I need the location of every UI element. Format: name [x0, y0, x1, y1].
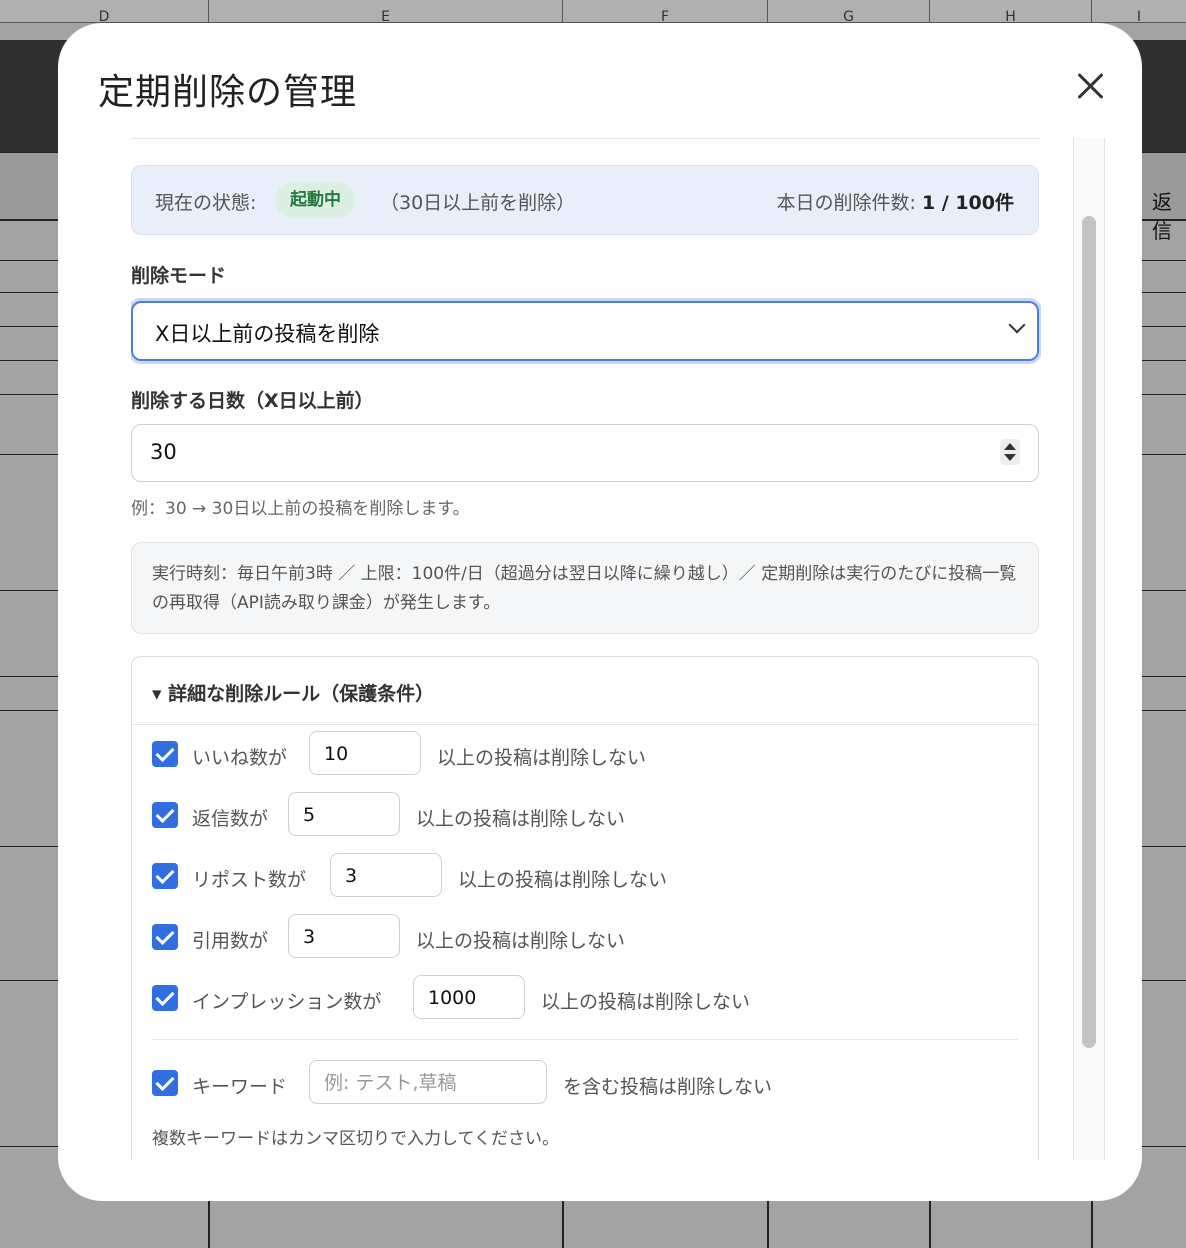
rule-suffix: 以上の投稿は削除しない	[416, 808, 626, 830]
quotes-checkbox[interactable]	[152, 924, 178, 950]
chevron-down-icon	[1008, 316, 1026, 334]
modal-title: 定期削除の管理	[98, 72, 358, 113]
days-input[interactable]: 30	[131, 424, 1039, 482]
reposts-checkbox[interactable]	[152, 863, 178, 889]
delete-count-value: 1 / 100件	[921, 192, 1014, 214]
rule-suffix: 以上の投稿は削除しない	[458, 869, 668, 891]
reposts-input[interactable]: 3	[330, 853, 442, 897]
mode-select[interactable]: X日以上前の投稿を削除	[131, 301, 1039, 361]
close-icon[interactable]	[1074, 69, 1108, 103]
column-header-d[interactable]: D	[0, 0, 209, 23]
status-panel: 現在の状態: 起動中 （30日以上前を削除） 本日の削除件数: 1 / 100件	[131, 165, 1039, 235]
keyword-checkbox[interactable]	[152, 1070, 178, 1096]
rule-suffix: 以上の投稿は削除しない	[416, 930, 626, 952]
info-box: 実行時刻：毎日午前3時 ／ 上限：100件/日（超過分は翌日以降に繰り越し）／ …	[131, 542, 1039, 634]
number-stepper-icon[interactable]	[1000, 439, 1020, 465]
divider	[132, 724, 1038, 725]
rule-label: リポスト数が	[192, 869, 307, 891]
rule-suffix: を含む投稿は削除しない	[563, 1076, 773, 1098]
mode-select-value: X日以上前の投稿を削除	[155, 322, 380, 346]
replies-checkbox[interactable]	[152, 802, 178, 828]
delete-count-label: 本日の削除件数:	[776, 192, 916, 214]
status-note: （30日以上前を削除）	[380, 192, 576, 214]
rule-label: インプレッション数が	[192, 991, 382, 1013]
impressions-input[interactable]: 1000	[413, 975, 525, 1019]
rule-label: キーワード	[192, 1076, 288, 1098]
keyword-hint: 複数キーワードはカンマ区切りで入力してください。	[152, 1129, 559, 1149]
rule-suffix: 以上の投稿は削除しない	[437, 747, 647, 769]
column-header-h[interactable]: H	[930, 0, 1092, 23]
status-label: 現在の状態:	[155, 192, 257, 214]
sheet-cell-text: 返信	[1152, 190, 1172, 243]
column-header-f[interactable]: F	[563, 0, 768, 23]
delete-count: 本日の削除件数: 1 / 100件	[776, 188, 1014, 215]
divider	[131, 138, 1041, 139]
mode-label: 削除モード	[131, 265, 227, 287]
info-text: 実行時刻：毎日午前3時 ／ 上限：100件/日（超過分は翌日以降に繰り越し）／ …	[152, 564, 1017, 613]
quotes-input[interactable]: 3	[288, 914, 400, 958]
advanced-rules-summary[interactable]: ▾ 詳細な削除ルール（保護条件）	[152, 679, 434, 706]
advanced-rules-details: ▾ 詳細な削除ルール（保護条件） いいね数が 10 以上の投稿は削除しない 返信…	[131, 656, 1039, 1160]
rule-label: いいね数が	[192, 747, 288, 769]
column-header-i[interactable]: I	[1092, 0, 1186, 23]
days-label: 削除する日数（X日以上前）	[131, 390, 374, 412]
modal-body[interactable]: 現在の状態: 起動中 （30日以上前を削除） 本日の削除件数: 1 / 100件…	[131, 138, 1041, 1160]
days-hint: 例：30 → 30日以上前の投稿を削除します。	[131, 499, 470, 519]
likes-checkbox[interactable]	[152, 741, 178, 767]
divider	[152, 1039, 1018, 1040]
scheduled-delete-modal: 定期削除の管理 現在の状態: 起動中 （30日以上前を削除） 本日の削除件数: …	[58, 23, 1142, 1201]
status-badge: 起動中	[276, 182, 355, 218]
rule-label: 引用数が	[192, 930, 269, 952]
column-header-e[interactable]: E	[209, 0, 563, 23]
impressions-checkbox[interactable]	[152, 985, 178, 1011]
likes-input[interactable]: 10	[309, 731, 421, 775]
rule-label: 返信数が	[192, 808, 269, 830]
column-header-g[interactable]: G	[768, 0, 930, 23]
scrollbar[interactable]	[1073, 138, 1105, 1160]
scrollbar-thumb[interactable]	[1082, 216, 1096, 1048]
replies-input[interactable]: 5	[288, 792, 400, 836]
rule-suffix: 以上の投稿は削除しない	[541, 991, 751, 1013]
days-value: 30	[150, 440, 177, 464]
keyword-input[interactable]: 例: テスト,草稿	[309, 1060, 547, 1104]
